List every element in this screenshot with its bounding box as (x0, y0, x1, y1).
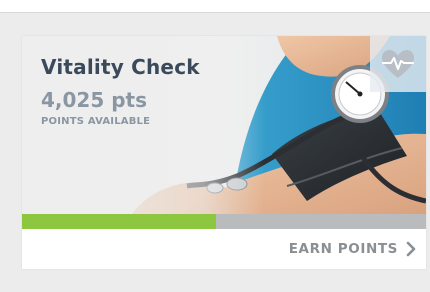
heart-pulse-icon (382, 50, 414, 78)
vitality-check-card[interactable]: Vitality Check 4,025 pts POINTS AVAILABL… (22, 36, 426, 269)
hero-image: Vitality Check 4,025 pts POINTS AVAILABL… (22, 36, 426, 214)
top-strip (0, 0, 430, 13)
heart-pulse-badge (370, 36, 426, 92)
earn-points-link[interactable]: EARN POINTS (289, 238, 416, 260)
earn-points-label: EARN POINTS (288, 241, 398, 257)
points-progress-bar (22, 214, 426, 229)
points-progress-fill (22, 214, 216, 229)
chevron-right-icon (406, 241, 416, 257)
points-value: 4,025 pts (41, 88, 148, 112)
points-label: POINTS AVAILABLE (41, 116, 151, 127)
card-title: Vitality Check (41, 55, 200, 79)
